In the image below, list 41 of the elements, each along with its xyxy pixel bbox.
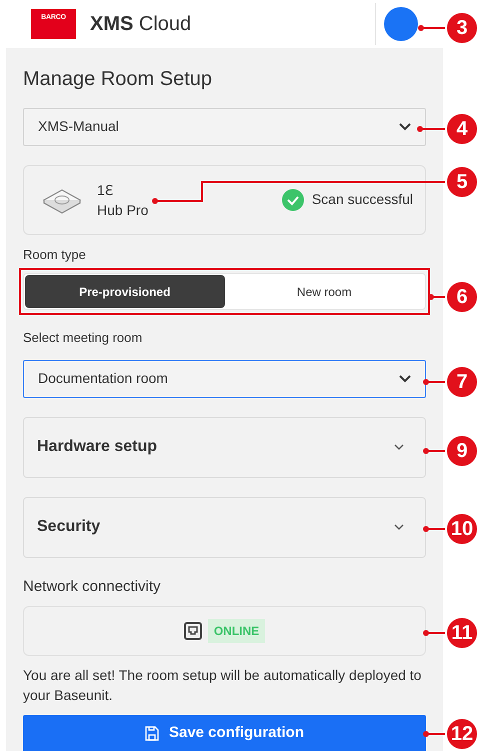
leader-line (423, 731, 446, 737)
chevron-down-icon (394, 444, 404, 450)
device-model: Hub Pro (97, 200, 148, 220)
callout-badge: 7 (445, 365, 479, 399)
leader-line (423, 379, 446, 385)
check-circle-icon (282, 188, 304, 210)
user-avatar[interactable] (384, 6, 418, 41)
field-label: Select meeting room (23, 329, 144, 347)
section-label: Network connectivity (23, 576, 162, 596)
leader-line (423, 526, 446, 532)
save-button[interactable]: Save configuration (23, 715, 426, 751)
status-badge: ONLINE (208, 619, 266, 643)
site-dropdown[interactable]: XMS-Manual (23, 108, 426, 146)
callout-badge: 9 (445, 434, 479, 468)
chevron-down-icon (394, 524, 404, 530)
info-message: You are all set! The room setup will be automatically deployed to your Baseunit. (23, 666, 422, 705)
meeting-room-dropdown[interactable]: Documentation room (23, 360, 426, 398)
leader-line (417, 126, 446, 132)
leader-line (418, 25, 446, 31)
segment-tab[interactable]: Pre-provisioned (25, 275, 224, 308)
callout-badge: 4 (445, 112, 479, 146)
device-name: 1ℇ (97, 180, 114, 200)
app-title: XMS Cloud (90, 12, 192, 37)
field-label: Room type (23, 246, 87, 264)
accordion-header[interactable]: Security (23, 496, 426, 558)
chevron-down-icon (399, 374, 411, 382)
chevron-down-icon (399, 122, 411, 130)
page-title: Manage Room Setup (23, 66, 214, 92)
callout-badge: 10 (445, 512, 479, 546)
scan-status: Scan successful (312, 190, 413, 209)
save-icon (144, 726, 159, 740)
callout-badge: 6 (445, 280, 479, 314)
leader-line (423, 448, 446, 454)
callout-badge: 3 (445, 11, 479, 45)
callout-badge: 11 (445, 616, 479, 650)
accordion-header[interactable]: Hardware setup (23, 416, 426, 478)
ethernet-port-icon (184, 622, 202, 640)
callout-badge: 12 (445, 717, 479, 751)
leader-line (423, 630, 446, 636)
leader-line (428, 294, 446, 300)
callout-badge: 5 (445, 165, 479, 199)
